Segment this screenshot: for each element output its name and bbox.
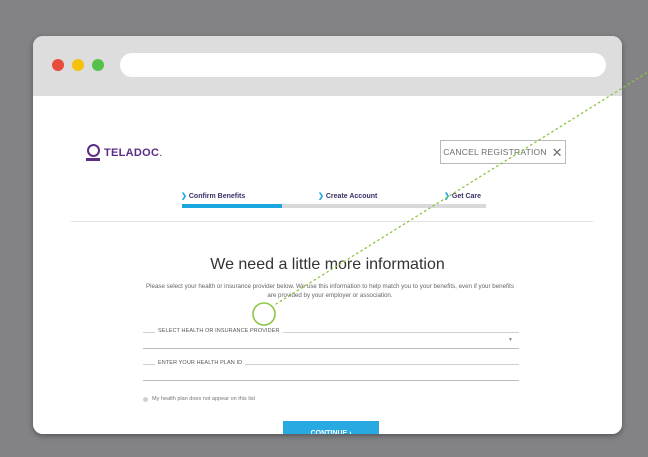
radio-button[interactable] xyxy=(143,396,148,402)
close-window-button[interactable] xyxy=(52,59,64,71)
logo-text: TELADOC. xyxy=(104,147,163,159)
plan-not-listed-label: My health plan does not appear on this l… xyxy=(152,396,256,402)
minimize-window-button[interactable] xyxy=(72,59,84,71)
page-title: We need a little more information xyxy=(210,256,445,273)
step-get-care: ❯ Get Care xyxy=(444,193,482,200)
plan-not-listed-option[interactable]: My health plan does not appear on this l… xyxy=(143,395,255,403)
header-divider xyxy=(71,221,593,222)
chevron-right-icon: ❯ xyxy=(181,193,187,200)
health-plan-id-label: ENTER YOUR HEALTH PLAN ID xyxy=(155,360,246,366)
browser-window: TELADOC. CANCEL REGISTRATION ✕ ❯ Confirm … xyxy=(33,36,622,434)
registration-page: TELADOC. CANCEL REGISTRATION ✕ ❯ Confirm … xyxy=(33,96,622,434)
page-description: Please select your health or insurance p… xyxy=(146,283,514,299)
chevron-right-icon: ❯ xyxy=(444,193,450,200)
browser-titlebar xyxy=(33,36,622,96)
continue-button[interactable]: CONTINUE › xyxy=(283,421,379,434)
progress-bar xyxy=(182,204,486,208)
address-bar[interactable] xyxy=(120,53,606,77)
provider-select-label: SELECT HEALTH OR INSURANCE PROVIDER xyxy=(155,328,283,334)
cancel-registration-button[interactable]: CANCEL REGISTRATION ✕ xyxy=(440,140,566,164)
chevron-right-icon: ❯ xyxy=(318,193,324,200)
step-confirm-benefits: ❯ Confirm Benefits xyxy=(181,193,246,200)
step-create-account: ❯ Create Account xyxy=(318,193,378,200)
progress-bar-fill xyxy=(182,204,283,208)
provider-select[interactable]: SELECT HEALTH OR INSURANCE PROVIDER ▼ xyxy=(143,328,519,349)
maximize-window-button[interactable] xyxy=(92,59,104,71)
cancel-registration-label: CANCEL REGISTRATION xyxy=(443,147,547,157)
health-plan-id-input[interactable]: ENTER YOUR HEALTH PLAN ID xyxy=(143,360,519,381)
close-icon: ✕ xyxy=(551,144,563,160)
teladoc-logo-icon xyxy=(86,144,100,161)
dropdown-caret-icon: ▼ xyxy=(508,337,513,343)
